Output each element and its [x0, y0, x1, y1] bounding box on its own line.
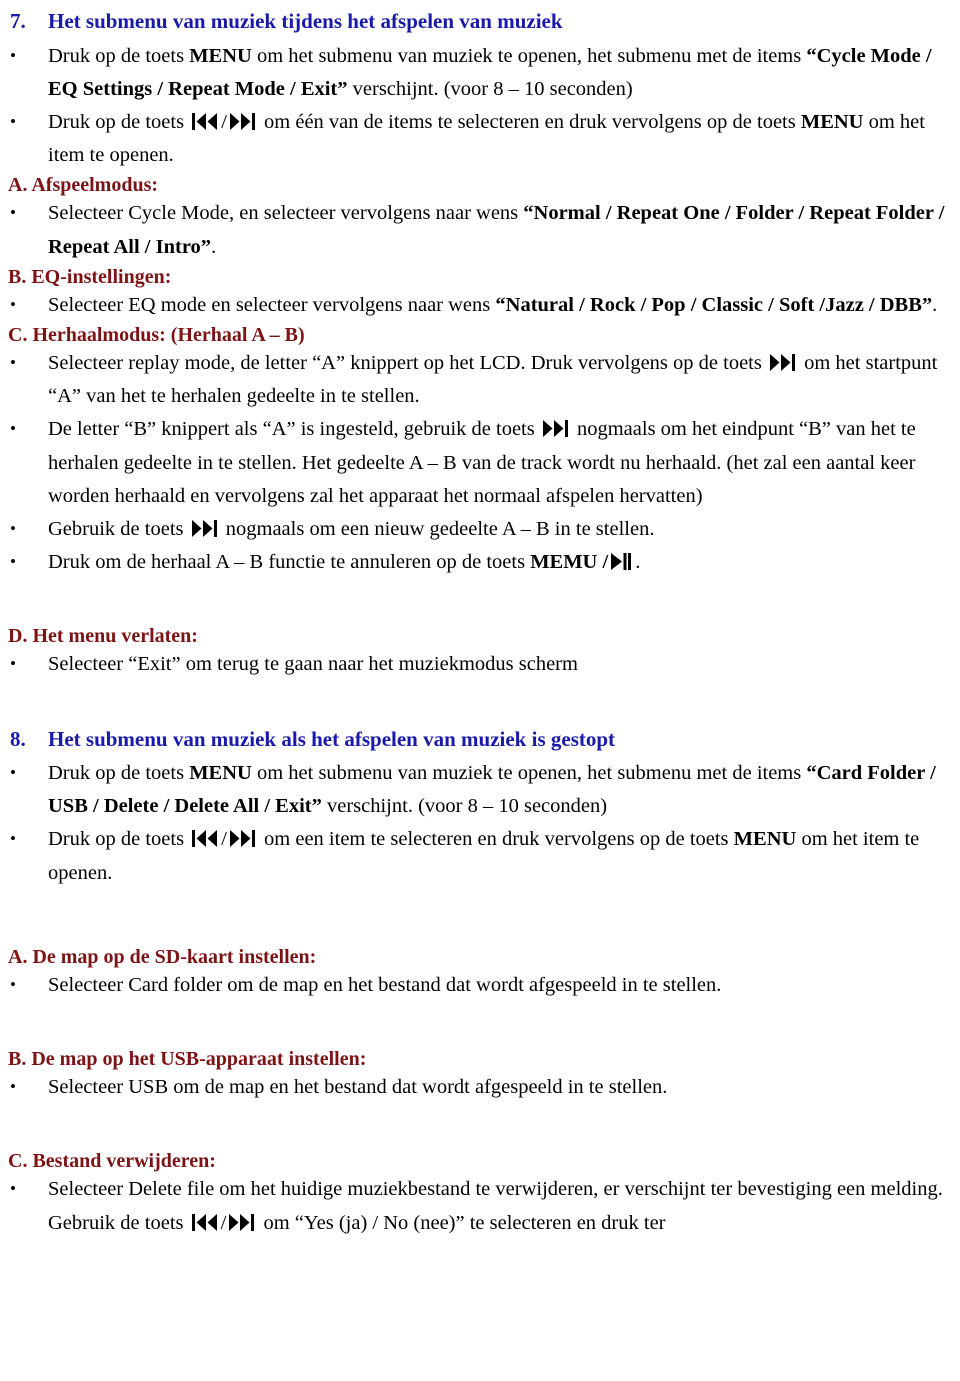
- section-number-7: 7.: [10, 9, 26, 33]
- list-item: De letter “B” knippert als “A” is ingest…: [0, 413, 960, 513]
- text-fragment: De letter “B” knippert als “A” is ingest…: [48, 418, 540, 441]
- text-fragment: Druk om de herhaal A – B functie te annu…: [48, 551, 531, 574]
- text-fragment: .: [932, 293, 938, 316]
- list-item: Druk op de toets / om één van de items t…: [0, 106, 960, 172]
- next-track-icon: [769, 353, 796, 371]
- text-fragment: om het submenu van muziek te openen, het…: [251, 762, 807, 785]
- text-fragment: .: [635, 551, 641, 574]
- next-track-icon: [229, 830, 256, 848]
- prev-track-icon: [192, 830, 218, 848]
- next-track-icon: [229, 112, 256, 130]
- next-track-icon: [191, 519, 218, 537]
- text-fragment: Selecteer replay mode, de letter “A” kni…: [48, 351, 767, 374]
- section-title-8: Het submenu van muziek als het afspelen …: [48, 726, 616, 751]
- list-item: Druk op de toets / om een item te select…: [0, 823, 960, 889]
- text-fragment: nogmaals om een nieuw gedeelte A – B in …: [220, 517, 655, 540]
- section-heading-8: 8. Het submenu van muziek als het afspel…: [0, 726, 960, 752]
- list-item: Selecteer “Exit” om terug te gaan naar h…: [0, 648, 960, 681]
- list-item: Selecteer Card folder om de map en het b…: [0, 969, 960, 1002]
- text-fragment: om een item te selecteren en druk vervol…: [258, 828, 734, 851]
- document-page: 7. Het submenu van muziek tijdens het af…: [0, 0, 960, 1381]
- subsection-heading-7d: D. Het menu verlaten:: [8, 625, 198, 648]
- list-item: Selecteer Delete file om het huidige muz…: [0, 1173, 960, 1239]
- prev-track-icon: [191, 1213, 218, 1231]
- section-heading-7: 7. Het submenu van muziek tijdens het af…: [0, 9, 960, 34]
- key-label-memu: MEMU /: [530, 551, 609, 574]
- key-label-menu: MENU: [733, 828, 797, 851]
- text-fragment: Druk op de toets: [48, 828, 190, 851]
- subsection-heading-8a: A. De map op de SD-kaart instellen:: [8, 945, 317, 968]
- separator-slash: /: [221, 110, 227, 133]
- section-title-7: Het submenu van muziek tijdens het afspe…: [48, 9, 563, 33]
- next-track-icon: [229, 1213, 255, 1231]
- text-fragment: Druk op de toets: [48, 762, 190, 785]
- subsection-heading-7a: A. Afspeelmodus:: [8, 174, 159, 197]
- subsection-heading-7c: C. Herhaalmodus: (Herhaal A – B): [8, 323, 305, 346]
- key-label-menu: MENU: [189, 44, 252, 67]
- list-item: Druk op de toets MENU om het submenu van…: [0, 40, 960, 106]
- text-fragment: om het submenu van muziek te openen, het…: [251, 44, 807, 67]
- key-label-menu: MENU: [189, 762, 252, 785]
- subsection-heading-8b: B. De map op het USB-apparaat instellen:: [8, 1048, 367, 1071]
- text-fragment: verschijnt. (voor 8 – 10 seconden): [347, 77, 633, 100]
- text-fragment: Selecteer EQ mode en selecteer vervolgen…: [48, 293, 496, 316]
- next-track-icon: [542, 420, 569, 438]
- text-fragment: .: [211, 235, 217, 258]
- list-item: Selecteer Cycle Mode, en selecteer vervo…: [0, 197, 960, 263]
- list-item: Druk om de herhaal A – B functie te annu…: [0, 546, 960, 579]
- text-fragment: Druk op de toets: [48, 44, 190, 67]
- list-item: Gebruik de toets nogmaals om een nieuw g…: [0, 513, 960, 546]
- section-number-8: 8.: [10, 726, 26, 751]
- text-fragment: Selecteer Cycle Mode, en selecteer vervo…: [48, 202, 524, 225]
- subsection-heading-7b: B. EQ-instellingen:: [8, 265, 172, 288]
- eq-mode-options: “Natural / Rock / Pop / Classic / Soft /…: [495, 293, 933, 316]
- play-pause-icon: [611, 553, 632, 571]
- separator-slash: /: [221, 828, 227, 851]
- text-fragment: verschijnt. (voor 8 – 10 seconden): [321, 795, 608, 818]
- list-item: Selecteer replay mode, de letter “A” kni…: [0, 347, 960, 413]
- list-item: Druk op de toets MENU om het submenu van…: [0, 757, 960, 823]
- text-fragment: om één van de items te selecteren en dru…: [258, 110, 801, 133]
- key-label-menu: MENU: [800, 110, 864, 133]
- separator-slash: /: [220, 1211, 227, 1234]
- subsection-heading-8c: C. Bestand verwijderen:: [8, 1150, 216, 1173]
- list-item: Selecteer USB om de map en het bestand d…: [0, 1071, 960, 1104]
- text-fragment: Druk op de toets: [48, 110, 190, 133]
- text-fragment: om “Yes (ja) / No (nee)” te selecteren e…: [258, 1211, 666, 1234]
- text-fragment: Gebruik de toets: [48, 517, 189, 540]
- list-item: Selecteer EQ mode en selecteer vervolgen…: [0, 289, 960, 322]
- prev-track-icon: [192, 112, 218, 130]
